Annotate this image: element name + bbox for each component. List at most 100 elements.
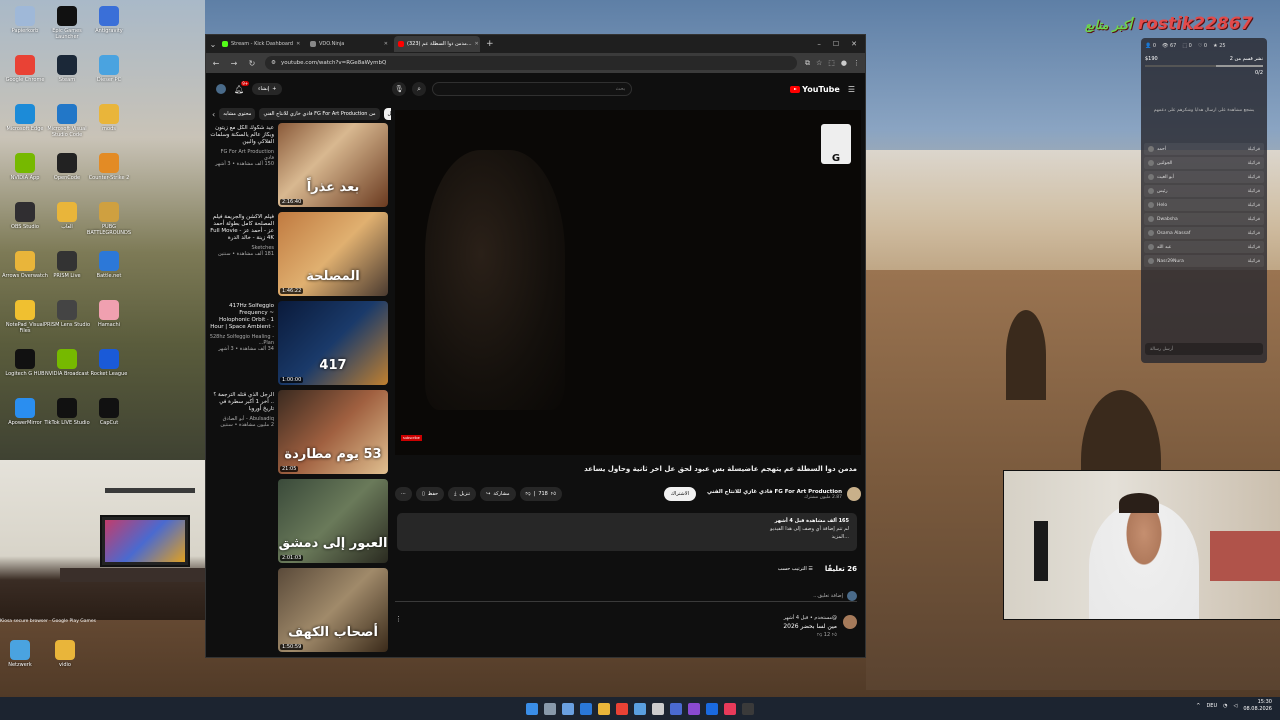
voice-search-icon[interactable]: 🎙︎ bbox=[392, 82, 407, 96]
recommendation-item[interactable]: 417Hz Solfeggio Frequency ~ Holophonic O… bbox=[206, 301, 391, 390]
taskbar-app-icon[interactable] bbox=[544, 702, 556, 715]
browser-tab[interactable]: VDO.Ninja ✕ bbox=[306, 36, 392, 52]
taskbar-app-icon[interactable] bbox=[616, 702, 628, 715]
new-tab-icon[interactable]: + bbox=[482, 39, 498, 49]
chat-message[interactable]: Nasr29Nura قرائيلة bbox=[1144, 255, 1264, 267]
close-icon[interactable]: ✕ bbox=[851, 40, 857, 48]
share-button[interactable]: ↪ مشاركة bbox=[480, 487, 516, 501]
add-comment-input[interactable]: إضافة تعليق... bbox=[813, 593, 843, 599]
clock[interactable]: 15:30 08.08.2026 bbox=[1243, 699, 1272, 713]
recommendation-thumbnail[interactable]: بعد عذراً 2:16:40 bbox=[278, 123, 388, 207]
desktop-icon[interactable]: Battle.net bbox=[84, 251, 134, 285]
volume-icon[interactable]: ◁ bbox=[1234, 703, 1238, 709]
recommendation-title[interactable]: 417Hz Solfeggio Frequency ~ Holophonic O… bbox=[209, 303, 274, 331]
tab-search-icon[interactable]: ⌄ bbox=[208, 40, 218, 49]
taskbar-app-icon[interactable] bbox=[742, 702, 754, 715]
chat-message[interactable]: أبو الغيث قرائيلة bbox=[1144, 171, 1264, 183]
desktop-icon[interactable]: mods bbox=[84, 104, 134, 138]
filter-chip[interactable]: فادي خازي للانتاج الفني FG For Art Produ… bbox=[259, 108, 380, 120]
reload-icon[interactable]: ↻ bbox=[247, 59, 257, 68]
taskbar-app-icon[interactable] bbox=[634, 702, 646, 715]
subscribe-button[interactable]: الاشتراك bbox=[663, 487, 696, 501]
chat-message[interactable]: رئيس قرائيلة bbox=[1144, 185, 1264, 197]
chat-message[interactable]: Dwabsha قرائيلة bbox=[1144, 213, 1264, 225]
taskbar-app-icon[interactable] bbox=[580, 702, 592, 715]
desktop-icon[interactable]: Hamachi bbox=[84, 300, 134, 334]
chevron-up-icon[interactable]: ^ bbox=[1196, 703, 1200, 709]
chat-input[interactable]: أرسل رسالة bbox=[1145, 343, 1263, 355]
sort-button[interactable]: ☰ الترتيب حسب bbox=[778, 566, 813, 572]
recommendation-item[interactable]: أصحاب الكهف 1:50:59 bbox=[206, 568, 391, 657]
video-player[interactable]: G subscribe bbox=[395, 110, 861, 455]
comment-dislike-icon[interactable]: 👎︎ bbox=[817, 632, 822, 638]
taskbar-app-icon[interactable] bbox=[526, 702, 538, 715]
recommendation-item[interactable]: عيد شكوك الكل مع زيتون وبكاز عالم يالسكن… bbox=[206, 123, 391, 212]
browser-tab[interactable]: Stream - Kick Dashboard ✕ bbox=[218, 36, 304, 52]
filter-chip[interactable]: الكل bbox=[383, 108, 391, 120]
tab-close-icon[interactable]: ✕ bbox=[384, 41, 388, 47]
more-actions-button[interactable]: ⋯ bbox=[395, 487, 412, 501]
recommendation-title[interactable]: فيلم الاكشن والجريمة فيلم المصلحة كامل ب… bbox=[209, 214, 274, 242]
taskbar-app-icon[interactable] bbox=[688, 702, 700, 715]
taskbar-app-icon[interactable] bbox=[724, 702, 736, 715]
desktop-icon[interactable]: vidio bbox=[40, 640, 90, 674]
like-icon[interactable]: 👍︎ bbox=[551, 491, 556, 497]
url-field[interactable]: ⚙ youtube.com/watch?v=RGe8aWymbQ bbox=[265, 56, 797, 70]
recommendation-channel[interactable]: FG For Art Production فادي bbox=[209, 149, 274, 161]
minimize-icon[interactable]: – bbox=[817, 40, 821, 48]
commenter-avatar[interactable] bbox=[843, 615, 857, 629]
subscribe-watermark[interactable]: subscribe bbox=[401, 435, 422, 441]
chat-message[interactable]: Osama Alassaf قرائيلة bbox=[1144, 227, 1264, 239]
browser-tab[interactable]: (323) مدمن دوا السطلة عم... ✕ bbox=[394, 36, 480, 52]
recommendation-item[interactable]: العبور إلى دمشق 2:01:03 bbox=[206, 479, 391, 568]
channel-name[interactable]: FG For Art Production فادي غازي للانتاج … bbox=[707, 489, 842, 495]
channel-avatar[interactable] bbox=[847, 487, 861, 501]
like-dislike-button[interactable]: 👎︎ | 718 👍︎ bbox=[519, 487, 563, 501]
chat-message[interactable]: عبد الله قرائيلة bbox=[1144, 241, 1264, 253]
taskbar-app-icon[interactable] bbox=[598, 702, 610, 715]
forward-icon[interactable]: → bbox=[229, 59, 239, 68]
menu-kebab-icon[interactable]: ⋮ bbox=[853, 59, 860, 68]
youtube-logo[interactable]: YouTube bbox=[790, 85, 840, 94]
site-info-icon[interactable]: ⚙ bbox=[271, 60, 276, 66]
wifi-icon[interactable]: ◔ bbox=[1223, 703, 1227, 709]
bookmark-star-icon[interactable]: ☆ bbox=[816, 59, 822, 68]
profile-icon[interactable]: ● bbox=[841, 59, 847, 68]
recommendation-thumbnail[interactable]: 417 1:00:00 bbox=[278, 301, 388, 385]
desktop-icon[interactable]: Rocket League bbox=[84, 349, 134, 383]
chips-prev-icon[interactable]: ‹ bbox=[212, 110, 215, 119]
account-avatar[interactable] bbox=[216, 84, 226, 94]
extensions-icon[interactable]: ⬚ bbox=[828, 59, 835, 68]
chat-message[interactable]: الجولتين قرائيلة bbox=[1144, 157, 1264, 169]
recommendation-thumbnail[interactable]: المصلحة 1:46:22 bbox=[278, 212, 388, 296]
recommendation-item[interactable]: فيلم الاكشن والجريمة فيلم المصلحة كامل ب… bbox=[206, 212, 391, 301]
filter-chip[interactable]: محتوى مشابه bbox=[219, 108, 256, 120]
chat-message[interactable]: أحمد قرائيلة bbox=[1144, 143, 1264, 155]
desktop-icon[interactable]: Counter-Strike 2 bbox=[84, 153, 134, 187]
create-button[interactable]: إنشاء + bbox=[252, 83, 283, 95]
desktop-icon[interactable]: CapCut bbox=[84, 398, 134, 432]
desktop-icon[interactable]: Dieser PC bbox=[84, 55, 134, 89]
hamburger-menu-icon[interactable]: ☰ bbox=[848, 85, 855, 94]
taskbar-app-icon[interactable] bbox=[670, 702, 682, 715]
chat-poll[interactable]: نشر قسم من 2 $190 0/2 bbox=[1141, 54, 1267, 78]
recommendation-title[interactable]: عيد شكوك الكل مع زيتون وبكاز عالم يالسكن… bbox=[209, 125, 274, 146]
taskbar-app-icon[interactable] bbox=[652, 702, 664, 715]
recommendation-thumbnail[interactable]: 53 يوم مطاردة 21:05 bbox=[278, 390, 388, 474]
back-icon[interactable]: ← bbox=[211, 59, 221, 68]
comment-menu-icon[interactable]: ⋮ bbox=[395, 615, 402, 638]
desktop-icon[interactable]: PUBG BATTLEGROUNDS bbox=[84, 202, 134, 236]
add-comment[interactable]: إضافة تعليق... bbox=[395, 590, 857, 602]
show-more-link[interactable]: ...المزيد bbox=[405, 533, 849, 541]
chat-message[interactable]: Helo قرائيلة bbox=[1144, 199, 1264, 211]
search-input[interactable] bbox=[432, 82, 633, 96]
recommendation-channel[interactable]: 528hz Solfeggio Healing - Plan... bbox=[209, 334, 274, 346]
desktop-icon[interactable]: Netzwerk bbox=[0, 640, 45, 674]
save-button[interactable]: ▯ حفظ bbox=[416, 487, 445, 501]
dislike-icon[interactable]: 👎︎ bbox=[526, 491, 531, 497]
taskbar-app-icon[interactable] bbox=[706, 702, 718, 715]
taskbar-app-icon[interactable] bbox=[562, 702, 574, 715]
install-icon[interactable]: ⧉ bbox=[805, 59, 810, 68]
notifications-bell-icon[interactable]: 🔔︎ 9+ bbox=[234, 80, 250, 94]
video-description[interactable]: 165 ألف مشاهدة قبل 4 أشهر لم تتم إضافة أ… bbox=[397, 513, 857, 551]
